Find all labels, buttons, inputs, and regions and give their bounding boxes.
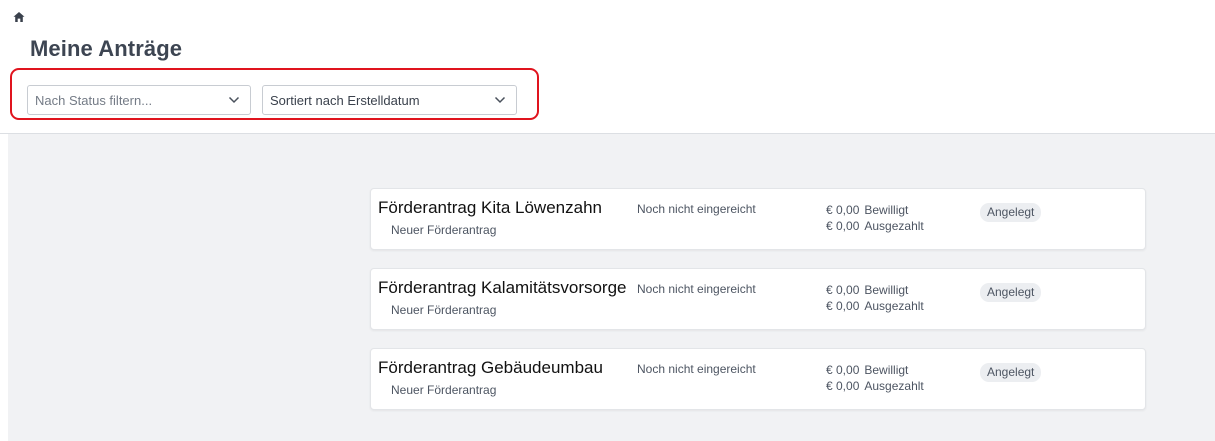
- status-badge: Angelegt: [980, 283, 1042, 302]
- submission-status: Noch nicht eingereicht: [637, 362, 756, 376]
- chevron-down-icon: [228, 96, 240, 104]
- approved-amount: € 0,00: [826, 363, 860, 377]
- application-title: Förderantrag Gebäudeumbau: [378, 358, 603, 377]
- paid-amount: € 0,00: [826, 299, 860, 313]
- home-icon: [13, 12, 25, 22]
- application-card[interactable]: Förderantrag Kita Löwenzahn Neuer Förder…: [370, 188, 1146, 250]
- paid-label: Ausgezahlt: [864, 299, 924, 313]
- amounts: € 0,00 Bewilligt € 0,00 Ausgezahlt: [826, 202, 924, 234]
- approved-amount: € 0,00: [826, 203, 860, 217]
- approved-label: Bewilligt: [864, 203, 909, 217]
- application-subtitle: Neuer Förderantrag: [391, 303, 497, 317]
- amounts: € 0,00 Bewilligt € 0,00 Ausgezahlt: [826, 282, 924, 314]
- status-badge: Angelegt: [980, 363, 1042, 382]
- application-subtitle: Neuer Förderantrag: [391, 383, 497, 397]
- home-button[interactable]: [13, 11, 27, 25]
- approved-label: Bewilligt: [864, 283, 909, 297]
- paid-amount: € 0,00: [826, 379, 860, 393]
- status-filter-placeholder: Nach Status filtern...: [35, 92, 153, 108]
- submission-status: Noch nicht eingereicht: [637, 282, 756, 296]
- approved-amount: € 0,00: [826, 283, 860, 297]
- amounts: € 0,00 Bewilligt € 0,00 Ausgezahlt: [826, 362, 924, 394]
- paid-amount: € 0,00: [826, 219, 860, 233]
- application-card[interactable]: Förderantrag Gebäudeumbau Neuer Förderan…: [370, 348, 1146, 410]
- approved-label: Bewilligt: [864, 363, 909, 377]
- application-card[interactable]: Förderantrag Kalamitätsvorsorge Neuer Fö…: [370, 268, 1146, 330]
- status-badge: Angelegt: [980, 203, 1042, 222]
- application-title: Förderantrag Kita Löwenzahn: [378, 198, 602, 217]
- status-filter-select[interactable]: Nach Status filtern...: [27, 85, 251, 115]
- paid-label: Ausgezahlt: [864, 379, 924, 393]
- sort-value: Sortiert nach Erstelldatum: [270, 92, 420, 108]
- application-title: Förderantrag Kalamitätsvorsorge: [378, 278, 627, 297]
- paid-label: Ausgezahlt: [864, 219, 924, 233]
- submission-status: Noch nicht eingereicht: [637, 202, 756, 216]
- sort-select[interactable]: Sortiert nach Erstelldatum: [262, 85, 517, 115]
- chevron-down-icon: [494, 96, 506, 104]
- application-subtitle: Neuer Förderantrag: [391, 223, 497, 237]
- page-title: Meine Anträge: [30, 36, 183, 61]
